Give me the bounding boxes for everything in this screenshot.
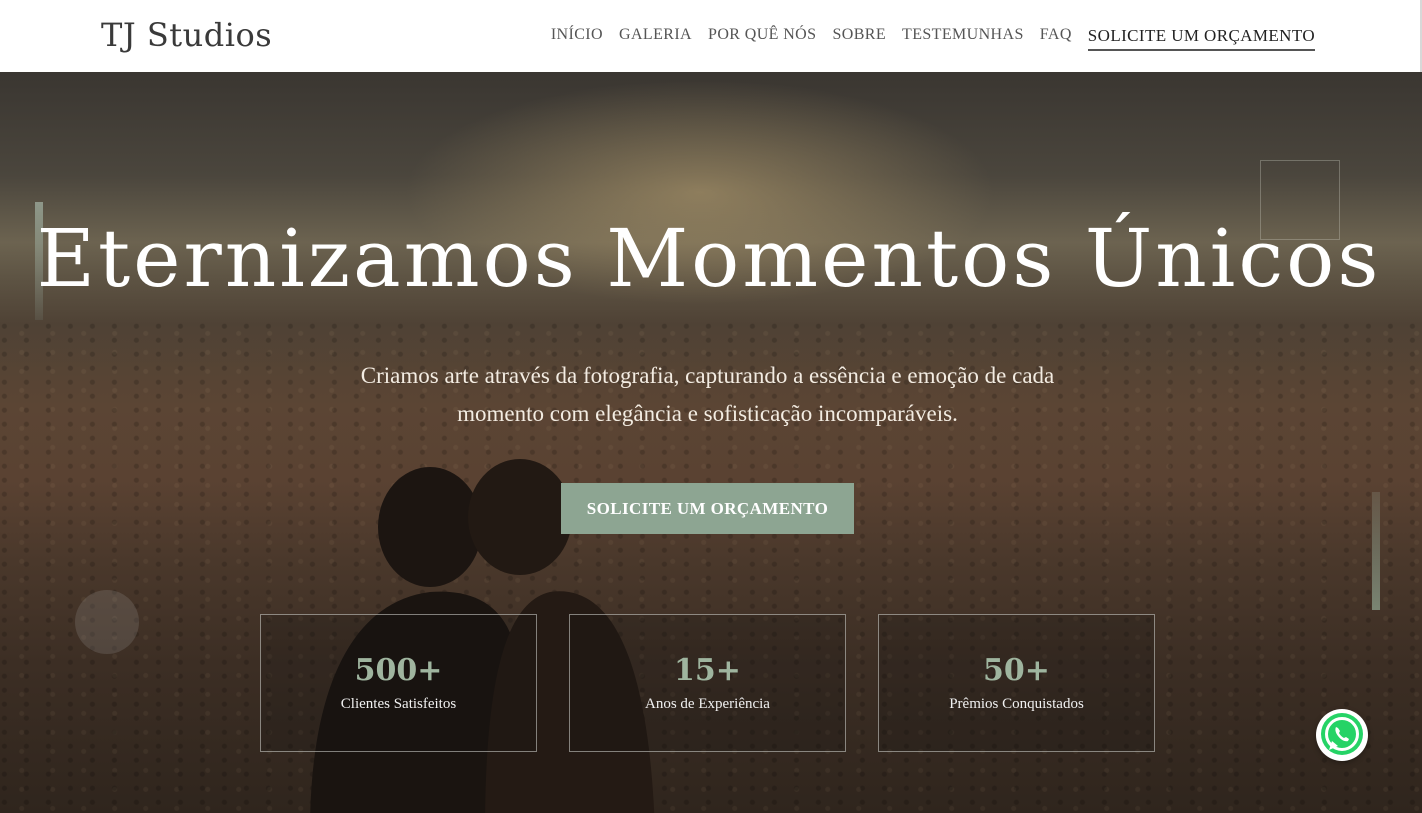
stat-card-awards: 50+ Prêmios Conquistados xyxy=(878,614,1155,752)
stat-label: Prêmios Conquistados xyxy=(949,696,1084,712)
nav-testemunhas[interactable]: TESTEMUNHAS xyxy=(902,26,1024,51)
logo[interactable]: TJ Studios xyxy=(101,16,272,54)
whatsapp-button[interactable] xyxy=(1316,709,1368,761)
nav-faq[interactable]: FAQ xyxy=(1040,26,1072,51)
stat-label: Anos de Experiência xyxy=(645,696,770,712)
nav-galeria[interactable]: GALERIA xyxy=(619,26,692,51)
nav-por-que-nos[interactable]: POR QUÊ NÓS xyxy=(708,26,816,51)
whatsapp-icon xyxy=(1321,713,1363,755)
nav-inicio[interactable]: INÍCIO xyxy=(551,26,603,51)
stat-value: 15+ xyxy=(674,653,741,688)
nav-quote-link[interactable]: SOLICITE UM ORÇAMENTO xyxy=(1087,26,1315,51)
main-nav: INÍCIO GALERIA POR QUÊ NÓS SOBRE TESTEMU… xyxy=(551,26,1315,51)
decorative-circle xyxy=(75,590,139,654)
nav-sobre[interactable]: SOBRE xyxy=(832,26,886,51)
hero-section: Eternizamos Momentos Únicos Criamos arte… xyxy=(0,72,1422,813)
hero-headline: Eternizamos Momentos Únicos xyxy=(36,212,1382,305)
stat-value: 500+ xyxy=(354,653,443,688)
site-header: TJ Studios INÍCIO GALERIA POR QUÊ NÓS SO… xyxy=(0,0,1422,72)
stat-card-experience: 15+ Anos de Experiência xyxy=(569,614,846,752)
stat-value: 50+ xyxy=(983,653,1050,688)
decorative-line-right xyxy=(1372,492,1380,610)
stat-card-clients: 500+ Clientes Satisfeitos xyxy=(260,614,537,752)
request-quote-button[interactable]: SOLICITE UM ORÇAMENTO xyxy=(561,483,854,534)
stat-label: Clientes Satisfeitos xyxy=(340,696,457,712)
hero-subtitle: Criamos arte através da fotografia, capt… xyxy=(360,363,1055,426)
